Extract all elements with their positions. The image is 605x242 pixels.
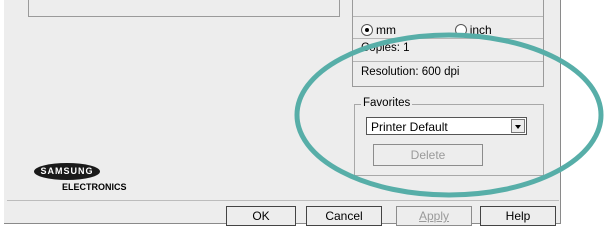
inch-label: inch [469,22,492,37]
printer-properties-dialog: mm inch Copies: 1 Resolution: 600 dpi Fa… [0,0,605,242]
apply-button[interactable]: Apply [396,206,472,226]
favorites-select[interactable]: Printer Default [366,117,527,135]
inch-radio[interactable] [454,23,467,36]
favorites-group: Favorites Printer Default Delete [354,97,544,176]
divider [353,61,543,62]
samsung-logo: SAMSUNG ELECTRONICS [34,163,127,192]
electronics-label: ELECTRONICS [62,182,127,192]
cancel-button[interactable]: Cancel [306,206,382,226]
chevron-down-icon[interactable] [511,119,525,133]
samsung-logo-mark: SAMSUNG [34,163,100,180]
resolution-text: Resolution: 600 dpi [361,66,460,78]
apply-label: Apply [418,209,450,223]
footer-divider [7,200,559,201]
properties-panel: mm inch Copies: 1 Resolution: 600 dpi Fa… [4,0,561,224]
copies-text: Copies: 1 [361,42,410,54]
delete-button[interactable]: Delete [373,144,483,166]
favorites-legend: Favorites [361,97,413,109]
units-radio-group: mm inch [361,22,492,37]
favorites-select-value: Printer Default [371,120,448,134]
divider [353,38,543,39]
ok-button[interactable]: OK [226,206,296,226]
help-button[interactable]: Help [480,206,556,226]
settings-summary: mm inch Copies: 1 Resolution: 600 dpi [352,0,544,87]
divider [353,16,543,17]
mm-label: mm [376,22,396,37]
preview-box [28,0,340,17]
mm-radio[interactable] [361,23,373,36]
